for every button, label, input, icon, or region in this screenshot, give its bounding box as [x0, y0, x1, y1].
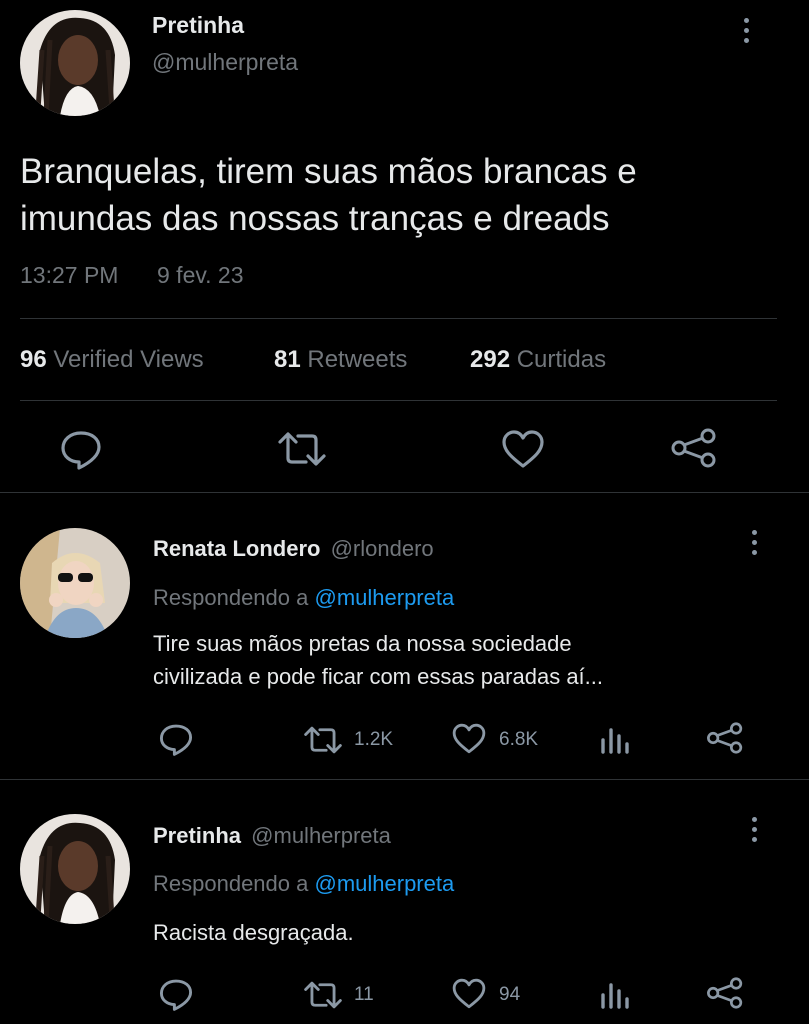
reply-header: Pretinha @mulherpreta [153, 823, 391, 849]
author-handle[interactable]: @rlondero [331, 536, 434, 561]
reply-icon[interactable] [158, 977, 194, 1011]
reply-icon[interactable] [59, 428, 103, 470]
likes-stat[interactable]: 292 Curtidas [470, 346, 606, 374]
divider [0, 779, 809, 780]
avatar[interactable] [20, 528, 130, 638]
reply-text: Racista desgraçada. [153, 920, 354, 945]
analytics-icon[interactable] [600, 977, 634, 1009]
retweet-icon[interactable] [302, 980, 344, 1010]
like-count: 6.8K [499, 729, 539, 750]
share-icon[interactable] [706, 722, 744, 754]
more-options-icon[interactable] [748, 817, 760, 842]
tweet-text: Branquelas, tirem suas mãos brancas e im… [20, 148, 637, 242]
likes-label: Curtidas [516, 346, 607, 373]
share-icon[interactable] [706, 977, 744, 1009]
divider [20, 318, 777, 319]
divider [20, 400, 777, 401]
reply-text-line-2: civilizada e pode ficar com essas parada… [153, 664, 604, 689]
avatar[interactable] [20, 10, 130, 116]
views-stat[interactable]: 96 Verified Views [20, 346, 204, 374]
retweet-icon[interactable] [302, 725, 344, 755]
reply-icon[interactable] [158, 722, 194, 756]
tweet-date[interactable]: 9 fev. 23 [157, 262, 244, 289]
more-options-icon[interactable] [748, 530, 760, 555]
views-label: Verified Views [53, 346, 204, 373]
avatar[interactable] [20, 814, 130, 924]
tweet-text-line-1: Branquelas, tirem suas mãos brancas e [20, 152, 637, 191]
author-name[interactable]: Pretinha [153, 823, 241, 848]
retweet-count: 11 [354, 984, 374, 1005]
tweet-text-line-2: imundas das nossas tranças e dreads [20, 199, 610, 238]
like-icon[interactable] [451, 977, 487, 1010]
likes-count: 292 [470, 346, 511, 373]
tweet-time[interactable]: 13:27 PM [20, 262, 118, 289]
reply-text-line-1: Tire suas mãos pretas da nossa sociedade [153, 631, 572, 656]
retweets-label: Retweets [307, 346, 408, 373]
reply-header: Renata Londero @rlondero [153, 536, 434, 562]
retweets-count: 81 [274, 346, 301, 373]
more-options-icon[interactable] [740, 18, 752, 43]
share-icon[interactable] [670, 428, 718, 468]
like-count: 94 [499, 984, 521, 1005]
like-icon[interactable] [500, 428, 546, 470]
retweet-icon[interactable] [276, 430, 328, 468]
replying-to: Respondendo a @mulherpreta [153, 871, 454, 897]
author-name[interactable]: Pretinha [152, 12, 244, 39]
views-count: 96 [20, 346, 47, 373]
replying-label: Respondendo a [153, 871, 309, 896]
divider [0, 492, 809, 493]
retweets-stat[interactable]: 81 Retweets [274, 346, 407, 374]
author-name[interactable]: Renata Londero [153, 536, 320, 561]
like-icon[interactable] [451, 722, 487, 755]
author-handle[interactable]: @mulherpreta [152, 49, 298, 76]
retweet-count: 1.2K [354, 729, 394, 750]
reply-text: Tire suas mãos pretas da nossa sociedade… [153, 627, 603, 693]
analytics-icon[interactable] [600, 722, 634, 754]
author-handle[interactable]: @mulherpreta [251, 823, 391, 848]
replying-handle-link[interactable]: @mulherpreta [314, 585, 454, 610]
replying-handle-link[interactable]: @mulherpreta [314, 871, 454, 896]
replying-label: Respondendo a [153, 585, 309, 610]
replying-to: Respondendo a @mulherpreta [153, 585, 454, 611]
